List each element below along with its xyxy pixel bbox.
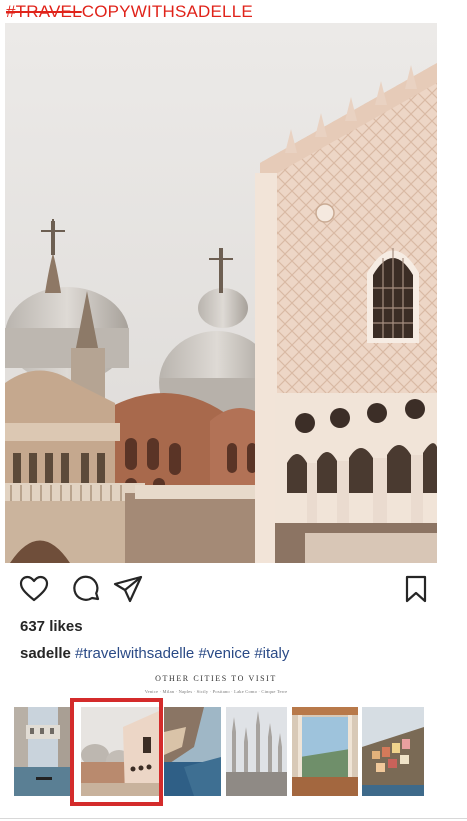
post-photo[interactable] xyxy=(5,23,437,563)
thumbnail-cinque-terre[interactable] xyxy=(362,707,424,796)
hashtag-link[interactable]: #venice xyxy=(198,645,250,662)
hashtag-link[interactable]: #italy xyxy=(254,645,289,662)
thumbnail-lake-como-terrace[interactable] xyxy=(292,707,358,796)
divider xyxy=(0,818,467,819)
venice-photo-image xyxy=(5,23,437,563)
post-actions xyxy=(18,573,438,607)
likes-count[interactable]: 637 likes xyxy=(20,618,83,635)
thumbnail-milan-duomo[interactable] xyxy=(226,707,287,796)
carousel-cities: Venice · Milan · Naples · Sicily · Posit… xyxy=(144,689,288,694)
heart-icon[interactable] xyxy=(18,573,50,605)
hashtag-link[interactable]: #travelwithsadelle xyxy=(75,645,194,662)
caption-username[interactable]: sadelle xyxy=(20,645,71,662)
comment-icon[interactable] xyxy=(71,573,103,605)
selected-thumbnail-highlight xyxy=(70,698,163,806)
thumbnail-positano-cliffs[interactable] xyxy=(164,707,221,796)
title-rest: COPYWITHSADELLE xyxy=(81,2,253,21)
page-title: #TRAVELCOPYWITHSADELLE xyxy=(6,2,253,22)
carousel-title: OTHER CITIES TO VISIT xyxy=(155,674,277,683)
bookmark-icon[interactable] xyxy=(400,573,432,605)
title-strikethrough: #TRAVEL xyxy=(6,2,82,21)
thumbnail-venice-bridge[interactable] xyxy=(14,707,74,796)
paper-plane-icon[interactable] xyxy=(112,573,144,605)
post-caption: sadelle #travelwithsadelle #venice #ital… xyxy=(20,645,289,662)
